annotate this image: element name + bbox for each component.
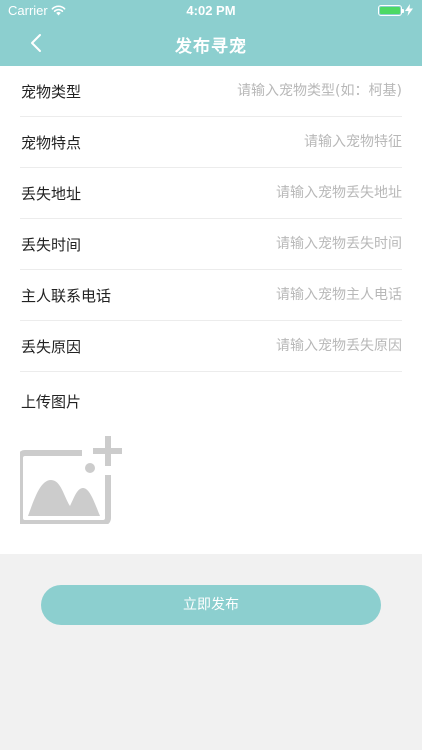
- owner-phone-label: 主人联系电话: [21, 287, 112, 305]
- page-title: 发布寻宠: [175, 37, 247, 57]
- lost-address-label: 丢失地址: [21, 185, 82, 203]
- form-row-pet-type: 宠物类型: [20, 66, 402, 117]
- pet-features-label: 宠物特点: [21, 134, 82, 152]
- lost-address-input[interactable]: [172, 176, 402, 210]
- form-row-owner-phone: 主人联系电话: [20, 270, 402, 321]
- pet-form: 宠物类型 宠物特点 丢失地址 丢失时间 主人联系电话 丢失原因 上传图片: [0, 66, 422, 554]
- battery-icon: [378, 5, 404, 16]
- status-bar: Carrier 4:02 PM: [0, 0, 422, 22]
- pet-type-input[interactable]: [172, 74, 402, 108]
- form-row-lost-address: 丢失地址: [20, 168, 402, 219]
- add-image-icon[interactable]: [20, 436, 122, 524]
- upload-image-label: 上传图片: [21, 393, 82, 411]
- pet-type-label: 宠物类型: [21, 83, 82, 101]
- lost-time-label: 丢失时间: [21, 236, 82, 254]
- status-time: 4:02 PM: [186, 3, 236, 18]
- header: Carrier 4:02 PM 发布寻宠: [0, 0, 422, 66]
- form-row-lost-time: 丢失时间: [20, 219, 402, 270]
- charging-icon: [405, 4, 413, 16]
- lost-time-input[interactable]: [172, 227, 402, 261]
- form-row-pet-features: 宠物特点: [20, 117, 402, 168]
- owner-phone-input[interactable]: [172, 278, 402, 312]
- lost-reason-input[interactable]: [172, 329, 402, 363]
- lost-reason-label: 丢失原因: [21, 338, 82, 356]
- nav-bar: 发布寻宠: [0, 22, 422, 66]
- publish-button[interactable]: 立即发布: [41, 585, 381, 625]
- form-row-lost-reason: 丢失原因: [20, 321, 402, 372]
- pet-features-input[interactable]: [172, 125, 402, 159]
